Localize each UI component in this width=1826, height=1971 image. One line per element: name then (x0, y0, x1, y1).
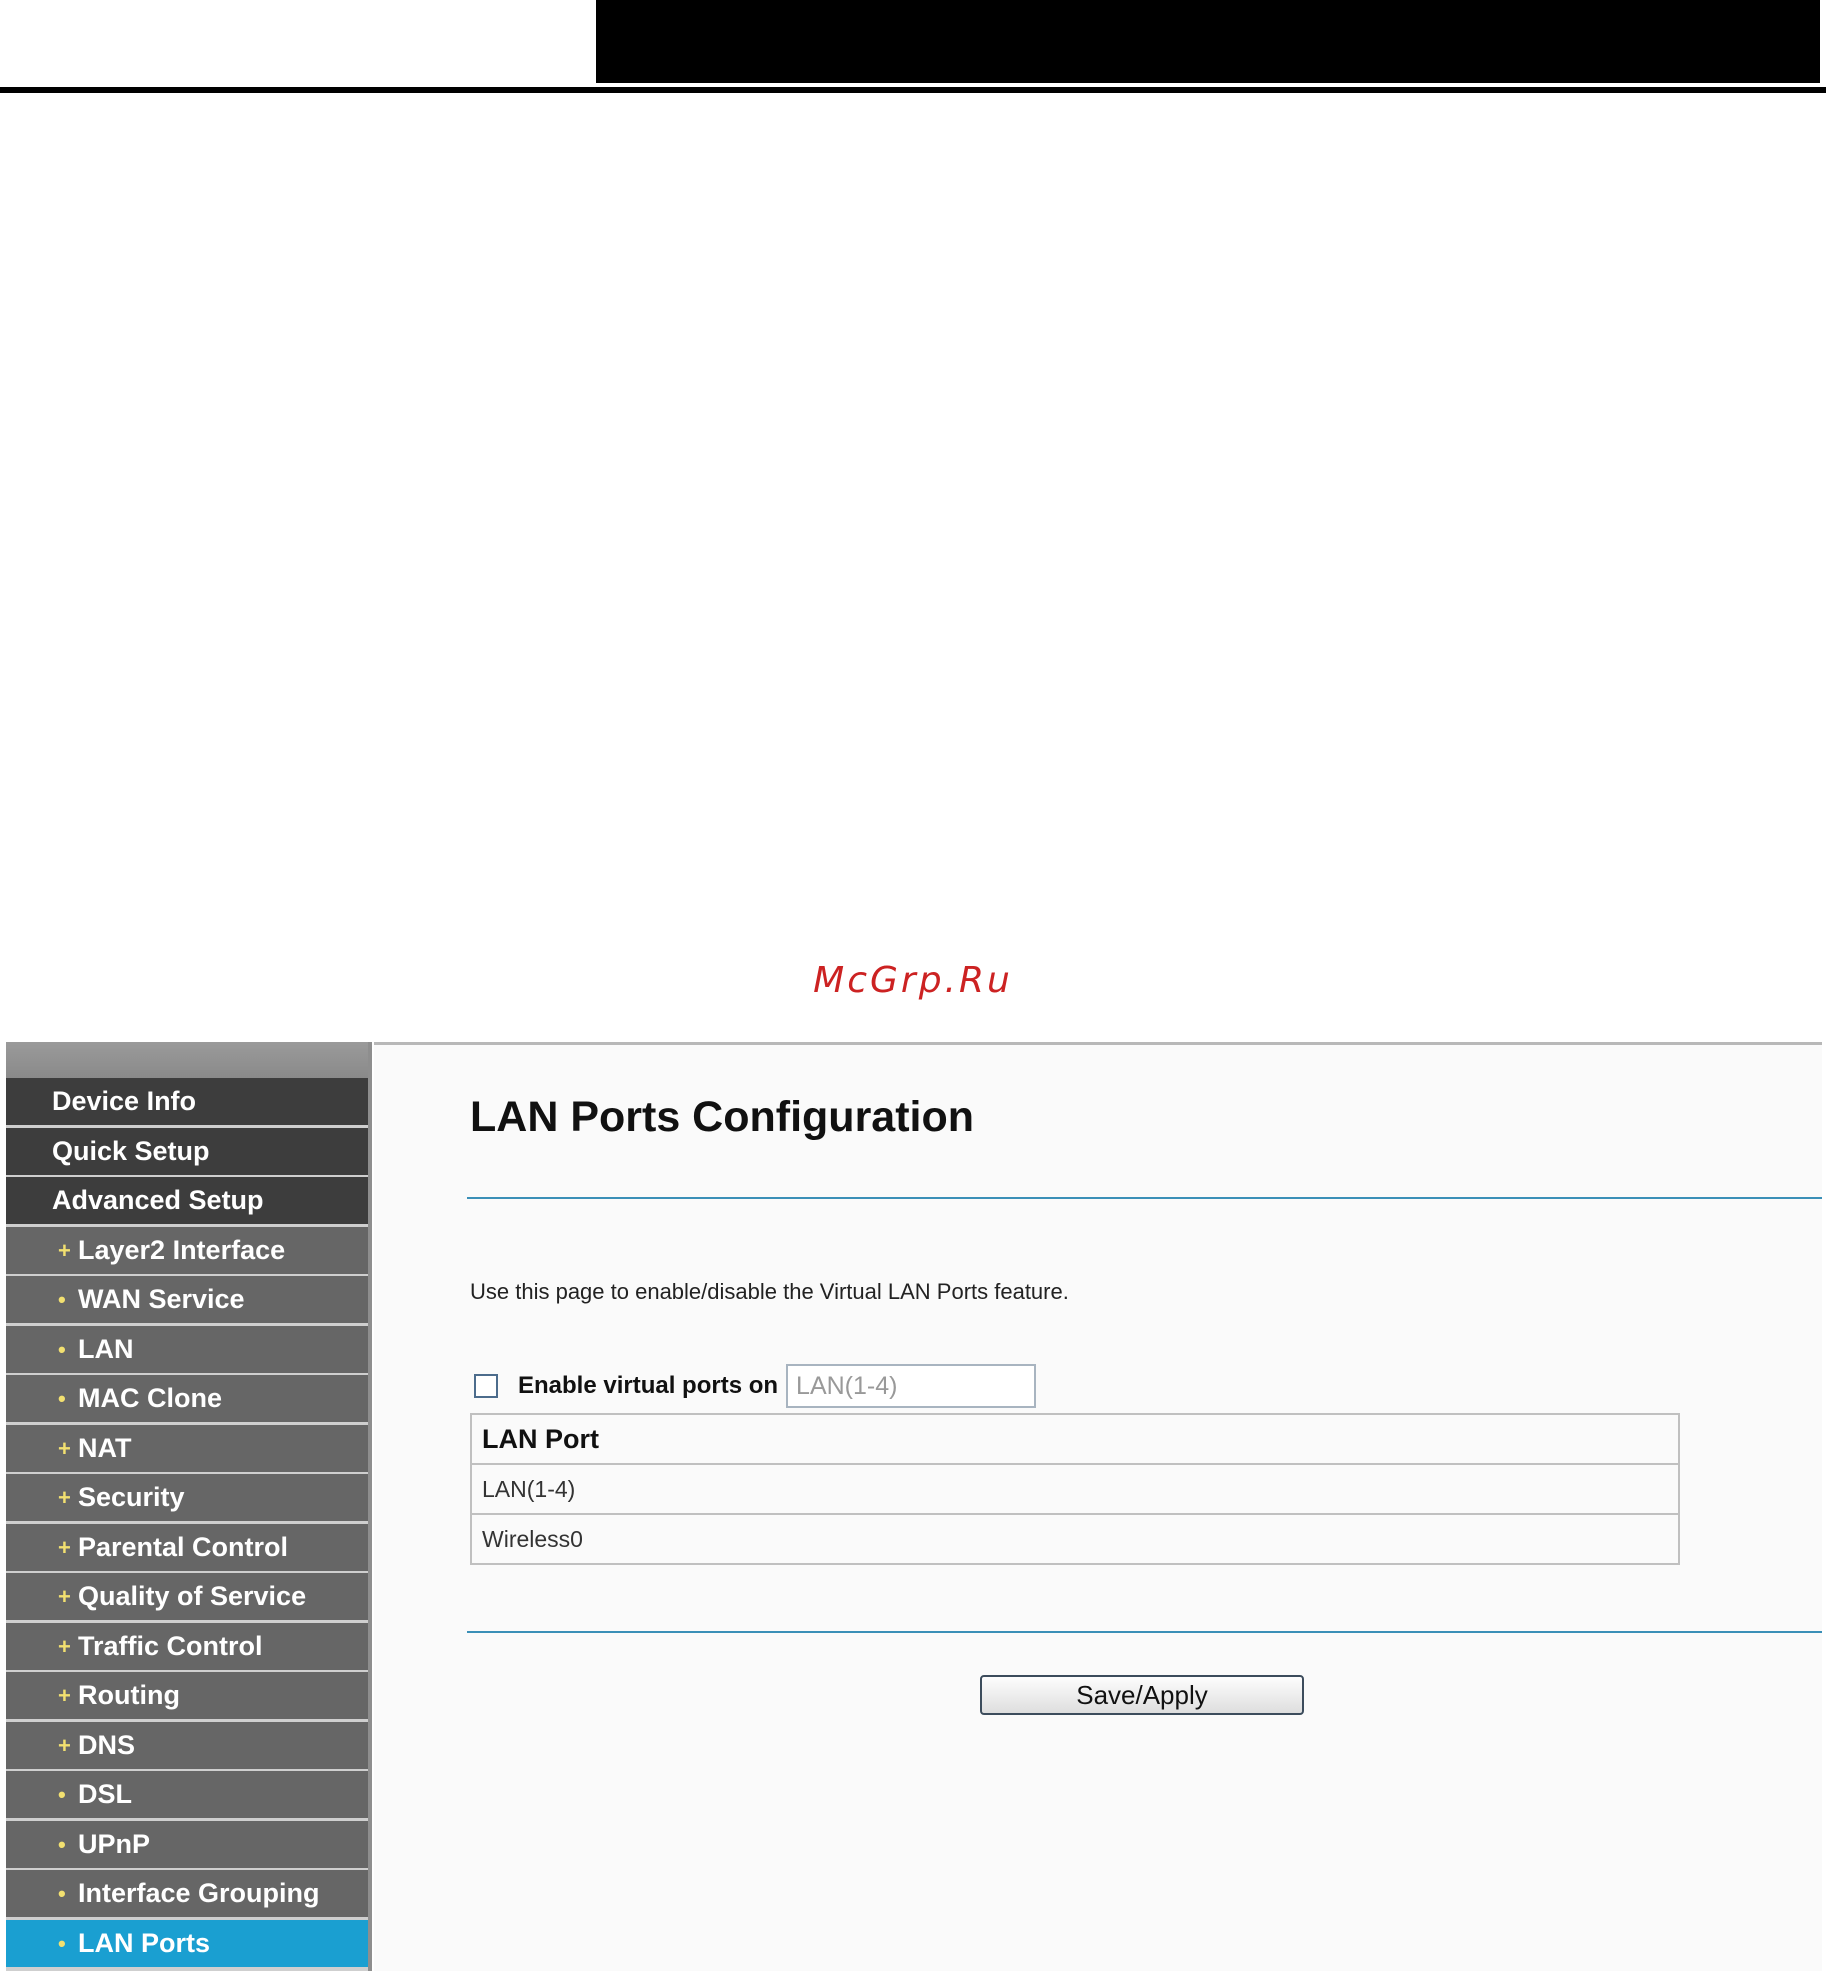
sidebar-header (6, 1042, 368, 1078)
sidebar-menu: Device Info Quick Setup Advanced Setup + Lay… (6, 1078, 368, 1967)
enable-virtual-ports-row: Enable virtual ports on (474, 1363, 1037, 1409)
sidebar: Device Info Quick Setup Advanced Setup + Lay… (6, 1042, 372, 1971)
sidebar-item-dsl[interactable]: • DSL (6, 1771, 368, 1818)
bullet-icon: • (58, 1881, 66, 1906)
sidebar-item-label: Quick Setup (52, 1135, 210, 1166)
table-cell-port: Wireless0 (470, 1513, 1680, 1565)
bullet-icon: • (58, 1386, 66, 1411)
sidebar-item-traffic-control[interactable]: + Traffic Control (6, 1622, 368, 1670)
bottom-divider (467, 1631, 1822, 1633)
sidebar-item-wan-service[interactable]: • WAN Service (6, 1276, 368, 1323)
sidebar-item-label: Quality of Service (78, 1581, 307, 1611)
sidebar-item-routing[interactable]: + Routing (6, 1672, 368, 1719)
bullet-icon: • (58, 1782, 66, 1807)
sidebar-item-label: Device Info (52, 1086, 197, 1116)
plus-icon: + (58, 1237, 71, 1263)
sidebar-item-label: NAT (78, 1432, 132, 1463)
sidebar-item-label: LAN (78, 1333, 134, 1364)
bullet-icon: • (58, 1831, 66, 1857)
main-content: LAN Ports Configuration Use this page to… (374, 1042, 1822, 1971)
sidebar-item-lan[interactable]: • LAN (6, 1325, 368, 1373)
virtual-ports-select[interactable] (786, 1364, 1037, 1408)
sidebar-item-label: DSL (78, 1779, 132, 1809)
sidebar-item-label: Interface Grouping (78, 1878, 320, 1908)
plus-icon: + (58, 1584, 71, 1609)
sidebar-item-upnp[interactable]: • UPnP (6, 1820, 368, 1868)
top-divider (467, 1197, 1822, 1199)
sidebar-item-advanced-setup[interactable]: Advanced Setup (6, 1177, 368, 1224)
sidebar-item-mac-clone[interactable]: • MAC Clone (6, 1375, 368, 1422)
router-web-ui: Device Info Quick Setup Advanced Setup + Lay… (4, 1042, 1822, 1971)
plus-icon: + (58, 1435, 71, 1461)
enable-virtual-ports-label: Enable virtual ports on (518, 1372, 779, 1399)
sidebar-item-label: Advanced Setup (52, 1185, 264, 1215)
sidebar-item-label: Security (78, 1482, 185, 1512)
sidebar-item-label: Layer2 Interface (78, 1234, 286, 1265)
sidebar-item-label: Routing (78, 1680, 180, 1710)
bullet-icon: • (58, 1336, 66, 1362)
sidebar-item-label: Parental Control (78, 1531, 289, 1562)
table-row: LAN(1-4) (470, 1463, 1680, 1515)
plus-icon: + (58, 1633, 71, 1659)
sidebar-item-parental-control[interactable]: + Parental Control (6, 1523, 368, 1571)
lan-port-column-header: LAN Port (470, 1413, 1680, 1465)
sidebar-item-label: LAN Ports (78, 1927, 211, 1958)
sidebar-item-layer2-interface[interactable]: + Layer2 Interface (6, 1226, 368, 1274)
sidebar-item-quick-setup[interactable]: Quick Setup (6, 1127, 368, 1175)
table-cell-port: LAN(1-4) (470, 1463, 1680, 1515)
table-row: Wireless0 (470, 1513, 1680, 1565)
page-description: Use this page to enable/disable the Virt… (470, 1279, 1069, 1304)
page-title: LAN Ports Configuration (470, 1093, 975, 1141)
plus-icon: + (58, 1732, 71, 1758)
sidebar-item-device-info[interactable]: Device Info (6, 1078, 368, 1125)
sidebar-item-interface-grouping[interactable]: • Interface Grouping (6, 1870, 368, 1917)
lan-port-table: LAN Port LAN(1-4) Wireless0 (470, 1413, 1680, 1565)
plus-icon: + (58, 1534, 71, 1560)
sidebar-item-label: WAN Service (78, 1284, 245, 1314)
bullet-icon: • (58, 1930, 66, 1956)
enable-virtual-ports-checkbox[interactable] (474, 1374, 498, 1398)
document-header-rule (0, 87, 1826, 93)
bullet-icon: • (58, 1287, 66, 1312)
sidebar-item-dns[interactable]: + DNS (6, 1721, 368, 1769)
sidebar-item-label: MAC Clone (78, 1383, 222, 1413)
sidebar-item-label: Traffic Control (78, 1630, 263, 1661)
sidebar-item-security[interactable]: + Security (6, 1474, 368, 1521)
sidebar-item-label: UPnP (78, 1828, 151, 1859)
document-header-bar (596, 0, 1820, 83)
save-apply-button[interactable]: Save/Apply (980, 1675, 1304, 1715)
sidebar-item-quality-of-service[interactable]: + Quality of Service (6, 1573, 368, 1620)
plus-icon: + (58, 1485, 71, 1510)
table-header-row: LAN Port (470, 1413, 1680, 1465)
watermark-text: McGrp.Ru (813, 960, 1013, 1001)
sidebar-item-nat[interactable]: + NAT (6, 1424, 368, 1472)
plus-icon: + (58, 1683, 71, 1708)
sidebar-item-lan-ports[interactable]: • LAN Ports (6, 1919, 368, 1967)
sidebar-item-label: DNS (78, 1729, 136, 1760)
